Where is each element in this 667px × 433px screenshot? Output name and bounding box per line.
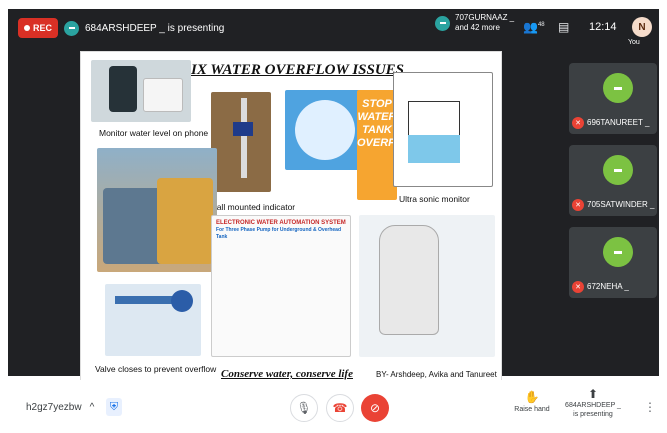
tank-shape [379, 225, 439, 335]
shield-icon[interactable]: ⛨ [106, 398, 122, 416]
automation-header: ELECTRONIC WATER AUTOMATION SYSTEM [216, 220, 346, 226]
camera-off-button[interactable]: ⊘ [361, 394, 389, 422]
ultrasonic-diagram [393, 72, 493, 187]
caption-phone: Monitor water level on phone [99, 128, 209, 138]
raise-hand-button[interactable]: ✋ Raise hand [512, 390, 552, 413]
clock-time: 12:14 [589, 21, 617, 33]
control-bar: h2gz7yezbw ^ ⛨ 🎙 ☎ ⊘ ✋ Raise hand ⬆ 684A… [0, 380, 667, 433]
hand-icon: ✋ [524, 390, 540, 404]
presenter-banner: 684ARSHDEEP _ is presenting [64, 18, 224, 38]
sensor-circle [295, 100, 355, 160]
meeting-frame: REC 684ARSHDEEP _ is presenting 707GURNA… [8, 9, 659, 381]
microphone-icon: 🎙 [296, 401, 312, 415]
conserve-slogan: Conserve water, conserve life [221, 368, 353, 380]
participant-name: 696TANUREET _ [587, 118, 650, 127]
water-tank-image [97, 148, 217, 272]
participant-avatar-icon [435, 15, 450, 31]
participant-more: and 42 more [455, 23, 500, 32]
people-count: 48 [537, 22, 545, 28]
stop-overflow-ad: STOP WATER TANK OVERFLOW [357, 90, 397, 200]
phone-hangup-icon: ☎ [332, 401, 348, 415]
sensor-ad-image [285, 90, 361, 170]
raise-hand-label: Raise hand [514, 406, 550, 413]
presenter-avatar-icon [64, 20, 79, 36]
meeting-code: h2gz7yezbw [26, 402, 82, 413]
chevron-up-icon: ^ [89, 402, 95, 413]
automation-flyer: ELECTRONIC WATER AUTOMATION SYSTEM For T… [211, 215, 351, 357]
slide-byline: BY- Arshdeep, Avika and Tanureet [376, 370, 497, 379]
user-avatar[interactable]: N [632, 17, 652, 37]
tank-product-image [359, 215, 495, 357]
participant-avatar-icon [603, 155, 633, 185]
participant-name: 672NEHA _ [587, 282, 629, 291]
presenting-line2: is presenting [573, 411, 613, 418]
recording-badge: REC [18, 18, 58, 38]
end-call-button[interactable]: ☎ [326, 394, 354, 422]
mic-off-icon: ✕ [572, 199, 584, 211]
caption-wall: Wall mounted indicator [209, 202, 296, 212]
people-icon[interactable]: 👥48 [523, 20, 545, 34]
tank-blue [103, 188, 163, 264]
presenting-button[interactable]: ⬆ 684ARSHDEEP _ is presenting [564, 387, 622, 419]
indicator-rod [241, 98, 247, 178]
participants-summary[interactable]: 707GURNAAZ _ and 42 more [435, 13, 514, 33]
mic-off-icon: ✕ [572, 117, 584, 129]
participant-avatar-icon [603, 237, 633, 267]
present-screen-icon: ⬆ [587, 387, 599, 401]
caption-valve: Valve closes to prevent overflow [95, 364, 217, 374]
smart-phone-image [91, 60, 191, 122]
slide-title: FIX WATER OVERFLOW ISSUES [181, 62, 405, 78]
indicator-box [233, 122, 253, 136]
presenting-line1: 684ARSHDEEP _ [565, 402, 621, 409]
shared-slide: FIX WATER OVERFLOW ISSUES Monitor water … [80, 51, 502, 381]
presenter-text: 684ARSHDEEP _ is presenting [85, 22, 225, 34]
participant-tile[interactable]: ✕ 672NEHA _ [569, 227, 657, 298]
more-options-icon[interactable]: ⋮ [644, 400, 656, 414]
automation-sub: For Three Phase Pump for Underground & O… [216, 227, 342, 240]
record-dot-icon [23, 25, 30, 31]
tank-yellow [157, 178, 213, 264]
participant-name: 707GURNAAZ _ [455, 13, 515, 22]
camera-off-icon: ⊘ [369, 401, 381, 415]
float-pipe [115, 296, 175, 304]
diagram-water [408, 135, 460, 163]
recording-label: REC [32, 23, 52, 33]
participant-tile[interactable]: ✕ 705SATWINDER _ [569, 145, 657, 216]
you-label: You [628, 39, 640, 46]
wall-indicator-image [211, 92, 271, 192]
phone-screen [109, 66, 137, 112]
participant-tile[interactable]: ✕ 696TANUREET _ [569, 63, 657, 134]
participant-avatar-icon [603, 73, 633, 103]
meeting-details[interactable]: h2gz7yezbw ^ [26, 402, 94, 413]
caption-ultrasonic: Ultra sonic monitor [399, 194, 470, 204]
microphone-button[interactable]: 🎙 [290, 394, 318, 422]
mic-off-icon: ✕ [572, 281, 584, 293]
chat-icon[interactable]: ▤ [558, 20, 569, 34]
participant-name: 705SATWINDER _ [587, 200, 655, 209]
float-valve-image [105, 284, 201, 356]
float-ball [171, 290, 193, 312]
smart-plug [143, 78, 183, 112]
